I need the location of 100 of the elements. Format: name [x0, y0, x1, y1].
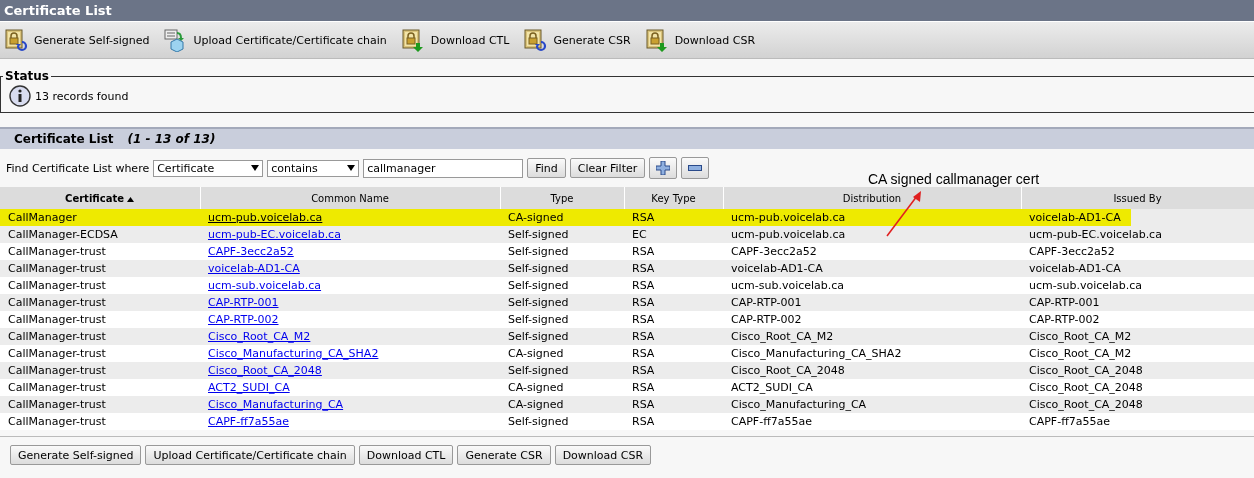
table-cell: Cisco_Root_CA_M2 — [1021, 345, 1254, 362]
toolbar-button[interactable]: Upload Certificate/Certificate chain — [163, 28, 387, 52]
table-cell: CAP-RTP-002 — [723, 311, 1021, 328]
filter-button[interactable]: Clear Filter — [569, 158, 646, 178]
find-label: Find Certificate List where — [6, 161, 150, 175]
table-cell: Self-signed — [500, 413, 624, 430]
table-cell: RSA — [624, 328, 723, 345]
common-name-link[interactable]: voicelab-AD1-CA — [208, 262, 300, 275]
table-cell: Self-signed — [500, 260, 624, 277]
table-cell: Self-signed — [500, 226, 624, 243]
common-name-link[interactable]: ucm-pub-EC.voicelab.ca — [208, 228, 341, 241]
table-cell: RSA — [624, 243, 723, 260]
table-cell: voicelab-AD1-CA — [1021, 209, 1254, 226]
table-cell: EC — [624, 226, 723, 243]
section-title: Certificate List — [14, 132, 114, 146]
certificate-lock-icon — [644, 28, 669, 52]
table-cell: Cisco_Root_CA_2048 — [1021, 362, 1254, 379]
certificate-lock-icon — [523, 28, 548, 52]
table-cell: CAP-RTP-001 — [723, 294, 1021, 311]
table-cell: CA-signed — [500, 379, 624, 396]
toolbar-button[interactable]: Generate Self-signed — [4, 28, 150, 52]
action-button[interactable]: Generate Self-signed — [10, 445, 142, 465]
field-dropdown[interactable]: Certificate — [153, 159, 264, 177]
table-cell: RSA — [624, 413, 723, 430]
table-cell: ucm-sub.voicelab.ca — [1021, 277, 1254, 294]
common-name-link[interactable]: ucm-pub.voicelab.ca — [208, 211, 323, 224]
operator-dropdown[interactable]: contains — [267, 159, 360, 177]
table-cell: CallManager-trust — [0, 311, 200, 328]
table-cell: ucm-pub-EC.voicelab.ca — [1021, 226, 1254, 243]
table-cell: CallManager-trust — [0, 294, 200, 311]
table-cell: Cisco_Manufacturing_CA — [723, 396, 1021, 413]
table-cell: RSA — [624, 362, 723, 379]
action-button[interactable]: Generate CSR — [457, 445, 551, 465]
action-button[interactable]: Download CTL — [358, 445, 454, 465]
common-name-link[interactable]: CAPF-3ecc2a52 — [208, 245, 294, 258]
table-cell: ACT2_SUDI_CA — [723, 379, 1021, 396]
column-header[interactable]: Distribution — [723, 187, 1021, 209]
table-cell: CallManager-trust — [0, 260, 200, 277]
table-cell: Self-signed — [500, 328, 624, 345]
common-name-link[interactable]: CAP-RTP-001 — [208, 296, 279, 309]
common-name-link[interactable]: CAP-RTP-002 — [208, 313, 279, 326]
table-cell: Cisco_Root_CA_M2 — [1021, 328, 1254, 345]
common-name-link[interactable]: CAPF-ff7a55ae — [208, 415, 289, 428]
table-cell: CallManager-trust — [0, 396, 200, 413]
filter-button[interactable]: Find — [527, 158, 566, 178]
column-header[interactable]: Key Type — [624, 187, 723, 209]
table-cell: CAP-RTP-002 — [1021, 311, 1254, 328]
table-cell: CallManager-trust — [0, 277, 200, 294]
table-cell: CAPF-3ecc2a52 — [1021, 243, 1254, 260]
plus-icon — [656, 161, 671, 175]
action-button[interactable]: Download CSR — [554, 445, 652, 465]
remove-button[interactable] — [681, 157, 710, 179]
table-cell: CallManager-trust — [0, 328, 200, 345]
annotation-text: CA signed callmanager cert — [868, 171, 1040, 187]
common-name-link[interactable]: ACT2_SUDI_CA — [208, 381, 290, 394]
common-name-link[interactable]: Cisco_Root_CA_2048 — [208, 364, 322, 377]
table-cell: ucm-sub.voicelab.ca — [723, 277, 1021, 294]
certificate-lock-icon — [400, 28, 425, 52]
table-cell: Cisco_Root_CA_2048 — [723, 362, 1021, 379]
certificate-lock-icon — [4, 28, 28, 52]
search-field[interactable]: callmanager — [363, 158, 524, 178]
table-cell: CallManager — [0, 209, 200, 226]
common-name-link[interactable]: ucm-sub.voicelab.ca — [208, 279, 322, 292]
record-range: (1 - 13 of 13) — [127, 132, 216, 146]
table-cell: CAPF-3ecc2a52 — [723, 243, 1021, 260]
window-title: Certificate List — [0, 0, 1254, 22]
table-cell: CA-signed — [500, 209, 624, 226]
table-cell: CallManager-trust — [0, 379, 200, 396]
toolbar-button[interactable]: Download CSR — [644, 28, 756, 52]
action-button[interactable]: Upload Certificate/Certificate chain — [145, 445, 355, 465]
table-cell: RSA — [624, 260, 723, 277]
column-header[interactable]: Type — [500, 187, 624, 209]
dropdown-caret-icon — [251, 165, 260, 171]
table-cell: CA-signed — [500, 345, 624, 362]
table-cell: CallManager-trust — [0, 362, 200, 379]
sort-ascending-icon — [127, 196, 135, 202]
column-header[interactable]: Certificate — [0, 187, 200, 209]
table-cell: voicelab-AD1-CA — [1021, 260, 1254, 277]
table-cell: CAPF-ff7a55ae — [723, 413, 1021, 430]
dropdown-caret-icon — [347, 165, 356, 171]
common-name-link[interactable]: Cisco_Root_CA_M2 — [208, 330, 311, 343]
table-cell: CallManager-trust — [0, 345, 200, 362]
table-cell: Cisco_Root_CA_2048 — [1021, 379, 1254, 396]
table-cell: Cisco_Root_CA_2048 — [1021, 396, 1254, 413]
table-cell: Self-signed — [500, 277, 624, 294]
table-cell: Cisco_Root_CA_M2 — [723, 328, 1021, 345]
column-header[interactable]: Issued By — [1021, 187, 1254, 209]
table-cell: RSA — [624, 311, 723, 328]
column-header[interactable]: Common Name — [200, 187, 500, 209]
add-button[interactable] — [649, 157, 678, 179]
common-name-link[interactable]: Cisco_Manufacturing_CA_SHA2 — [208, 347, 379, 360]
status-message: 13 records found — [35, 89, 129, 103]
toolbar-button[interactable]: Generate CSR — [523, 28, 631, 52]
table-cell: RSA — [624, 209, 723, 226]
toolbar-button[interactable]: Download CTL — [400, 28, 510, 52]
table-cell: RSA — [624, 294, 723, 311]
table-cell: Self-signed — [500, 243, 624, 260]
table-cell: CA-signed — [500, 396, 624, 413]
table-cell: Self-signed — [500, 311, 624, 328]
common-name-link[interactable]: Cisco_Manufacturing_CA — [208, 398, 344, 411]
